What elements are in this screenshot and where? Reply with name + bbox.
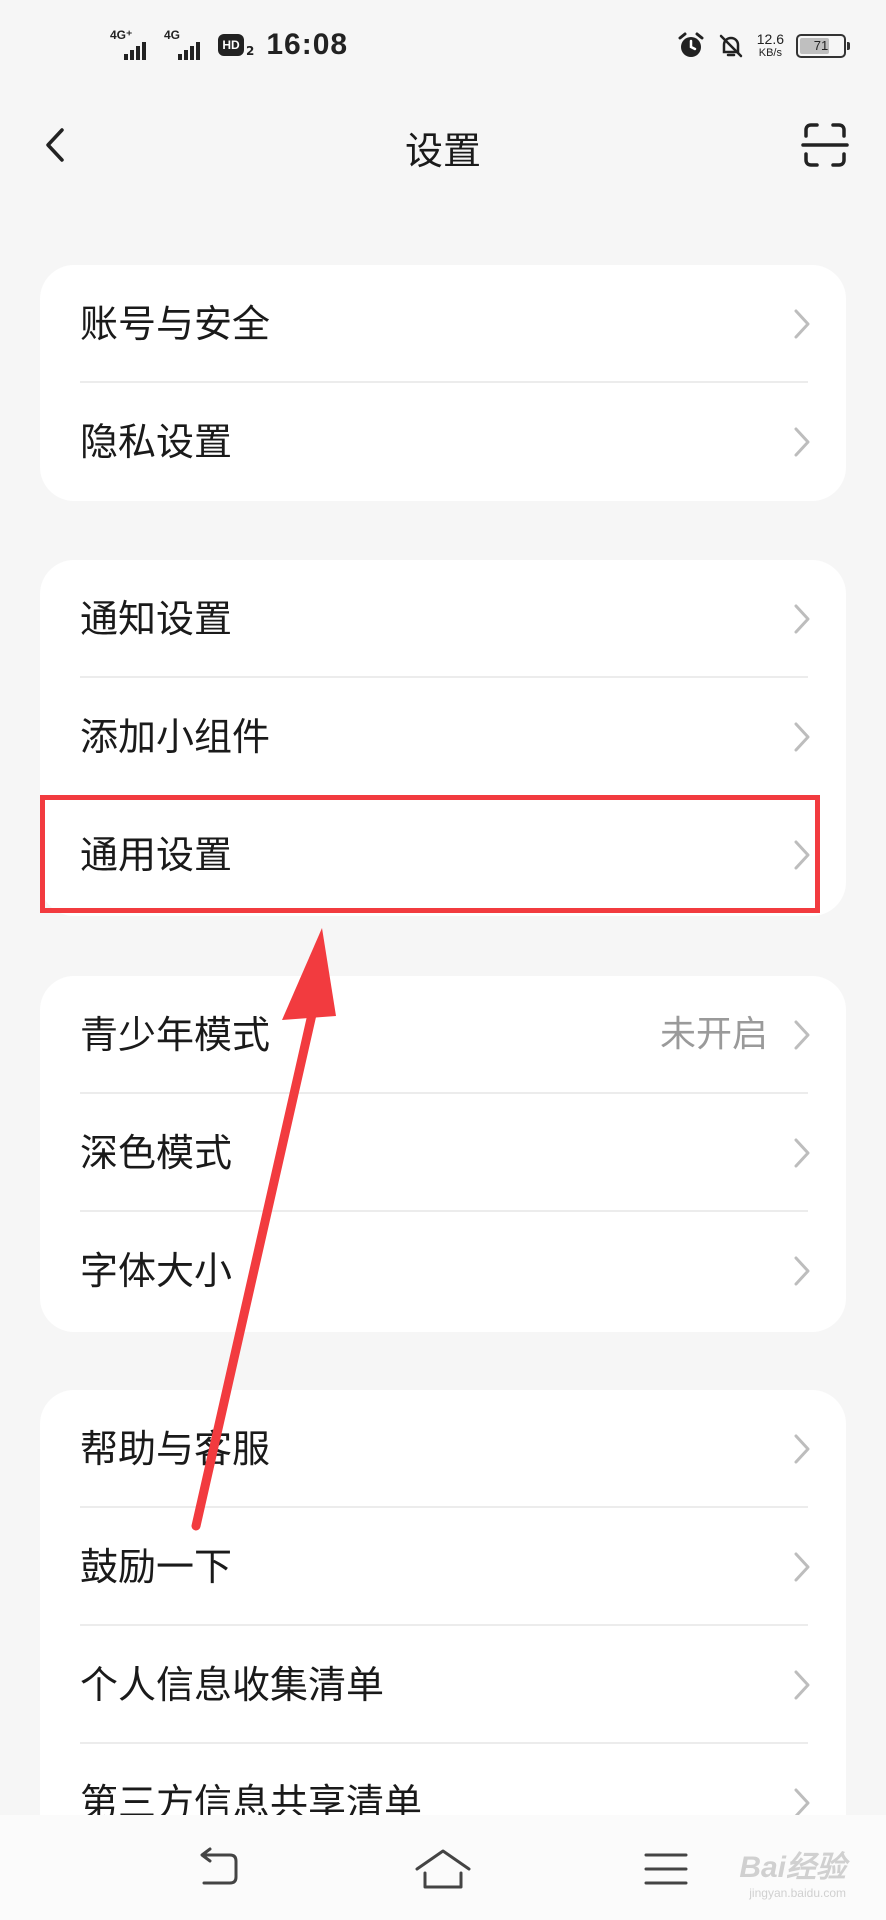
chevron-right-icon: [794, 427, 810, 457]
top-nav-bar: 设置: [0, 100, 886, 190]
chevron-right-icon: [794, 722, 810, 752]
chevron-right-icon: [794, 1434, 810, 1464]
row-label: 添加小组件: [80, 715, 271, 759]
scan-icon[interactable]: [800, 120, 850, 170]
settings-row-encourage[interactable]: 鼓励一下: [40, 1508, 846, 1626]
watermark-brand: Bai经验: [739, 1851, 846, 1884]
settings-group-support: 帮助与客服 鼓励一下 个人信息收集清单 第三方信息共享清单: [40, 1390, 846, 1870]
speed-value: 12.6: [756, 31, 784, 47]
signal-4g-icon: 4G: [164, 28, 210, 62]
signal-4g-plus-icon: 4G⁺: [110, 28, 156, 62]
alarm-icon: [678, 32, 704, 57]
status-right: 12.6 KB/s 71: [677, 32, 850, 60]
settings-row-add-widget[interactable]: 添加小组件: [40, 678, 846, 796]
hd-voice-icon: HD: [218, 34, 244, 56]
battery-level: 71: [813, 38, 829, 53]
home-nav-icon[interactable]: [413, 1847, 473, 1891]
settings-row-personal-info-list[interactable]: 个人信息收集清单: [40, 1626, 846, 1744]
back-nav-icon[interactable]: [190, 1847, 250, 1891]
page-title: 设置: [404, 129, 481, 173]
settings-row-teen-mode[interactable]: 青少年模式 未开启: [40, 976, 846, 1094]
settings-row-notifications[interactable]: 通知设置: [40, 560, 846, 678]
signal-1-label: 4G⁺: [110, 28, 133, 42]
status-left: 4G⁺ 4G HD 2 16:08: [110, 28, 348, 62]
settings-row-privacy[interactable]: 隐私设置: [40, 383, 846, 501]
watermark-url: jingyan.baidu.com: [749, 1886, 846, 1900]
network-speed: 12.6 KB/s: [757, 32, 784, 60]
settings-row-help-support[interactable]: 帮助与客服: [40, 1390, 846, 1508]
settings-group-display: 青少年模式 未开启 深色模式 字体大小: [40, 976, 846, 1332]
chevron-right-icon: [794, 604, 810, 634]
hd-sub-label: 2: [246, 44, 255, 58]
teen-mode-status: 未开启: [659, 1014, 768, 1055]
clock: 16:08: [266, 28, 349, 61]
status-bar: 4G⁺ 4G HD 2 16:08 12.6 KB/s 71: [0, 0, 886, 100]
settings-row-account-security[interactable]: 账号与安全: [40, 265, 846, 383]
settings-row-font-size[interactable]: 字体大小: [40, 1212, 846, 1330]
chevron-right-icon: [794, 309, 810, 339]
chevron-right-icon: [794, 1256, 810, 1286]
chevron-right-icon: [794, 1020, 810, 1050]
chevron-right-icon: [794, 1552, 810, 1582]
row-label: 通知设置: [80, 597, 233, 641]
chevron-right-icon: [794, 1670, 810, 1700]
row-label: 鼓励一下: [80, 1545, 233, 1589]
system-nav-bar: Bai经验 jingyan.baidu.com: [0, 1815, 886, 1920]
row-label: 青少年模式: [80, 1013, 271, 1057]
settings-row-dark-mode[interactable]: 深色模式: [40, 1094, 846, 1212]
speed-unit: KB/s: [758, 47, 782, 59]
row-label: 账号与安全: [80, 302, 271, 346]
battery-icon: 71: [796, 34, 850, 58]
row-label: 个人信息收集清单: [80, 1663, 385, 1707]
row-label: 隐私设置: [80, 420, 233, 464]
row-label: 帮助与客服: [80, 1427, 271, 1471]
chevron-right-icon: [794, 1138, 810, 1168]
row-label: 深色模式: [80, 1131, 233, 1175]
signal-2-label: 4G: [164, 28, 181, 42]
settings-group-account: 账号与安全 隐私设置: [40, 265, 846, 501]
mute-notification-icon: [719, 34, 742, 58]
watermark: Bai经验 jingyan.baidu.com: [739, 1842, 846, 1900]
row-label: 字体大小: [80, 1249, 233, 1293]
menu-nav-icon[interactable]: [640, 1847, 700, 1891]
highlight-box: [40, 795, 820, 913]
